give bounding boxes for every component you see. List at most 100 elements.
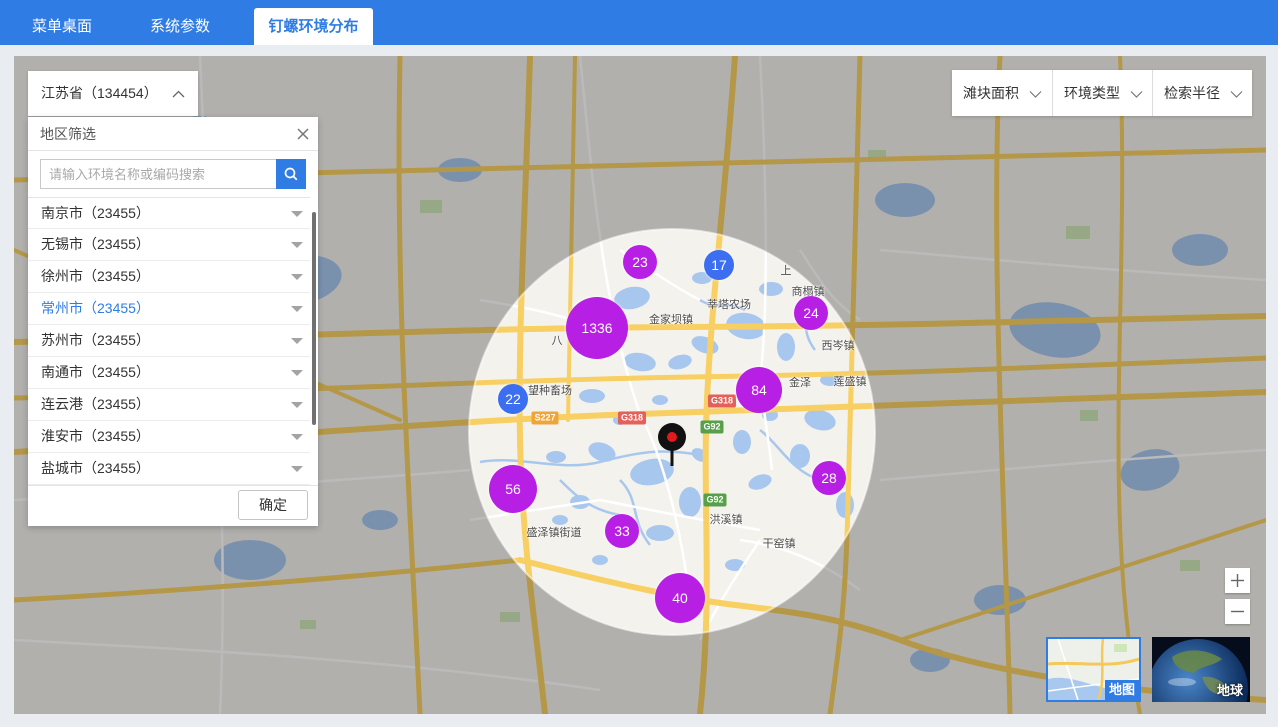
caret-down-icon[interactable] — [291, 274, 303, 281]
region-list-scrollbar[interactable] — [312, 212, 316, 425]
caret-shape — [291, 402, 303, 408]
region-item-label: 常州市（23455） — [41, 300, 150, 316]
filter-label: 检索半径 — [1164, 85, 1220, 101]
cluster-marker[interactable]: 28 — [812, 461, 846, 495]
region-item-label: 连云港（23455） — [41, 396, 150, 412]
cluster-count: 84 — [751, 382, 767, 398]
road-shield: G92 — [703, 493, 727, 507]
zoom-in-button[interactable] — [1225, 568, 1250, 593]
maptype-map-button[interactable]: 地图 — [1046, 637, 1141, 702]
map-place-label: 金泽 — [789, 377, 811, 389]
caret-shape — [291, 370, 303, 376]
caret-shape — [291, 338, 303, 344]
cluster-marker[interactable]: 22 — [498, 384, 528, 414]
filter-search-radius[interactable]: 检索半径 — [1152, 70, 1252, 116]
caret-down-icon[interactable] — [291, 434, 303, 441]
search-lens — [284, 167, 296, 179]
cluster-marker[interactable]: 1336 — [566, 297, 628, 359]
caret-down-icon[interactable] — [291, 370, 303, 377]
chevron-up-icon — [172, 90, 185, 98]
road-shield: S227 — [531, 411, 559, 425]
maptype-earth-label: 地球 — [1216, 683, 1243, 698]
region-list-item[interactable]: 淮安市（23455） — [28, 421, 310, 453]
filter-label: 滩块面积 — [963, 85, 1019, 101]
region-list-item[interactable]: 南通市（23455） — [28, 357, 310, 389]
region-search — [40, 159, 306, 189]
caret-shape — [291, 274, 303, 280]
caret-shape — [291, 434, 303, 440]
panel-title: 地区筛选 — [40, 126, 96, 142]
cluster-count: 22 — [505, 391, 521, 407]
pin-dot — [667, 432, 677, 442]
globe-cloud — [1168, 678, 1196, 686]
caret-shape — [291, 211, 303, 217]
caret-shape — [291, 242, 303, 248]
province-select[interactable]: 江苏省（134454） — [28, 71, 198, 116]
region-list-item[interactable]: 徐州市（23455） — [28, 261, 310, 293]
region-item-label: 徐州市（23455） — [41, 268, 150, 284]
region-list-item[interactable]: 连云港（23455） — [28, 389, 310, 421]
map-place-label: 八 — [551, 335, 563, 347]
close-icon[interactable] — [297, 128, 309, 140]
cluster-marker[interactable]: 84 — [736, 367, 782, 413]
caret-down-icon[interactable] — [291, 211, 303, 218]
search-handle — [292, 175, 298, 181]
chevron-stroke — [1029, 91, 1042, 98]
filter-plot-area[interactable]: 滩块面积 — [952, 70, 1052, 116]
search-icon — [284, 167, 298, 181]
region-search-input[interactable] — [40, 159, 276, 189]
chevron-down-icon — [1230, 91, 1243, 98]
region-list-item[interactable]: 无锡市（23455） — [28, 229, 310, 261]
cluster-count: 17 — [711, 257, 727, 273]
caret-down-icon[interactable] — [291, 242, 303, 249]
cluster-marker[interactable]: 24 — [794, 296, 828, 330]
chevron-stroke — [1130, 91, 1143, 98]
region-item-label: 无锡市（23455） — [41, 236, 150, 252]
cluster-count: 40 — [672, 590, 688, 606]
caret-shape — [291, 466, 303, 472]
search-button[interactable] — [276, 159, 306, 189]
caret-down-icon[interactable] — [291, 306, 303, 313]
cluster-marker[interactable]: 56 — [489, 465, 537, 513]
cluster-count: 23 — [632, 254, 648, 270]
cluster-count: 28 — [821, 470, 837, 486]
road-shield: G318 — [707, 394, 737, 408]
cluster-marker[interactable]: 17 — [704, 250, 734, 280]
cluster-count: 24 — [803, 305, 819, 321]
top-tab-bar: 菜单桌面 系统参数 钉螺环境分布 — [0, 0, 1278, 45]
map-place-label: 莲盛镇 — [833, 376, 867, 388]
filter-label: 环境类型 — [1064, 85, 1120, 101]
map-place-label: 洪溪镇 — [709, 514, 743, 526]
region-filter-panel: 地区筛选 南京市（23455） 无锡市（23455） — [28, 117, 318, 526]
panel-header: 地区筛选 — [28, 117, 318, 151]
tab-snail-distribution[interactable]: 钉螺环境分布 — [254, 8, 373, 45]
map-place-label: 盛泽镇街道 — [526, 527, 582, 539]
province-select-value: 江苏省（134454） — [41, 85, 158, 101]
confirm-button[interactable]: 确定 — [238, 490, 308, 520]
cluster-count: 1336 — [581, 320, 613, 336]
filter-environment-type[interactable]: 环境类型 — [1052, 70, 1152, 116]
caret-down-icon[interactable] — [291, 338, 303, 345]
chevron-stroke — [1230, 91, 1243, 98]
chevron-down-icon — [1130, 91, 1143, 98]
cluster-marker[interactable]: 23 — [623, 245, 657, 279]
cluster-marker[interactable]: 40 — [655, 573, 705, 623]
tab-menu-desktop[interactable]: 菜单桌面 — [14, 8, 110, 45]
filter-bar: 滩块面积 环境类型 检索半径 — [952, 70, 1252, 116]
region-list-item[interactable]: 苏州市（23455） — [28, 325, 310, 357]
minus-icon — [1231, 610, 1244, 613]
caret-down-icon[interactable] — [291, 402, 303, 409]
plus-icon — [1231, 574, 1244, 587]
caret-down-icon[interactable] — [291, 466, 303, 473]
region-list-item[interactable]: 常州市（23455） — [28, 293, 310, 325]
region-item-label: 南京市（23455） — [41, 205, 150, 221]
zoom-out-button[interactable] — [1225, 599, 1250, 624]
tab-system-params[interactable]: 系统参数 — [132, 8, 228, 45]
region-list-item[interactable]: 南京市（23455） — [28, 198, 310, 229]
app-root: 菜单桌面 系统参数 钉螺环境分布 金家坝镇 莘塔农场 商榻镇 上 八 西岑镇 金… — [0, 0, 1278, 727]
region-list-item[interactable]: 盐城市（23455） — [28, 453, 310, 485]
cluster-marker[interactable]: 33 — [605, 514, 639, 548]
region-item-label: 苏州市（23455） — [41, 332, 150, 348]
cluster-count: 56 — [505, 481, 521, 497]
maptype-earth-button[interactable]: 地球 — [1152, 637, 1250, 702]
